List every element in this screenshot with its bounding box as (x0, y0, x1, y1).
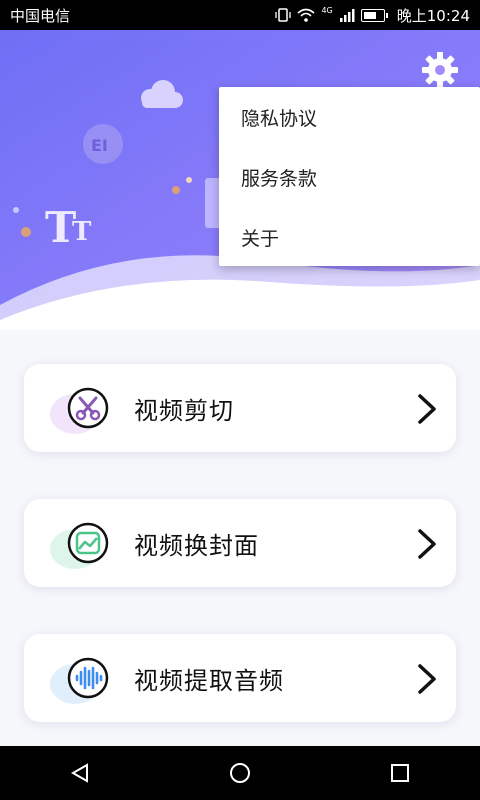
status-icons: 4G 晚上10:24 (275, 5, 470, 26)
battery-icon (360, 8, 388, 22)
gear-icon[interactable] (418, 48, 462, 92)
vibrate-icon (275, 8, 292, 22)
settings-popup-menu: 隐私协议 服务条款 关于 (219, 87, 480, 266)
nav-back-button[interactable] (60, 753, 100, 793)
signal-icon (339, 9, 355, 22)
network-type: 4G (321, 5, 333, 15)
home-circle-icon (230, 763, 250, 783)
system-nav-bar (0, 746, 480, 800)
svg-text:EI: EI (91, 136, 108, 155)
wifi-icon (297, 8, 315, 22)
back-triangle-icon (70, 763, 88, 783)
status-bar: 中国电信 4G 晚上10:24 (0, 0, 480, 30)
nav-home-button[interactable] (220, 753, 260, 793)
clock-time: 晚上10:24 (396, 6, 470, 25)
feature-card-video-cut[interactable]: 视频剪切 (24, 364, 456, 452)
scissors-icon (67, 387, 109, 429)
menu-item-privacy[interactable]: 隐私协议 (219, 87, 480, 147)
chevron-right-icon (418, 394, 436, 424)
nav-recents-button[interactable] (380, 753, 420, 793)
image-icon (67, 522, 109, 564)
feature-card-video-cover[interactable]: 视频换封面 (24, 499, 456, 587)
audio-wave-icon (67, 657, 109, 699)
feature-card-extract-audio[interactable]: 视频提取音频 (24, 634, 456, 722)
menu-item-about[interactable]: 关于 (219, 207, 480, 267)
carrier-name: 中国电信 (10, 6, 71, 25)
feature-label: 视频剪切 (134, 396, 234, 425)
feature-label: 视频换封面 (134, 531, 259, 560)
chevron-right-icon (418, 664, 436, 694)
recents-square-icon (391, 764, 409, 782)
feature-label: 视频提取音频 (134, 666, 284, 695)
svg-text:T: T (72, 217, 92, 247)
chevron-right-icon (418, 529, 436, 559)
menu-item-terms[interactable]: 服务条款 (219, 147, 480, 207)
